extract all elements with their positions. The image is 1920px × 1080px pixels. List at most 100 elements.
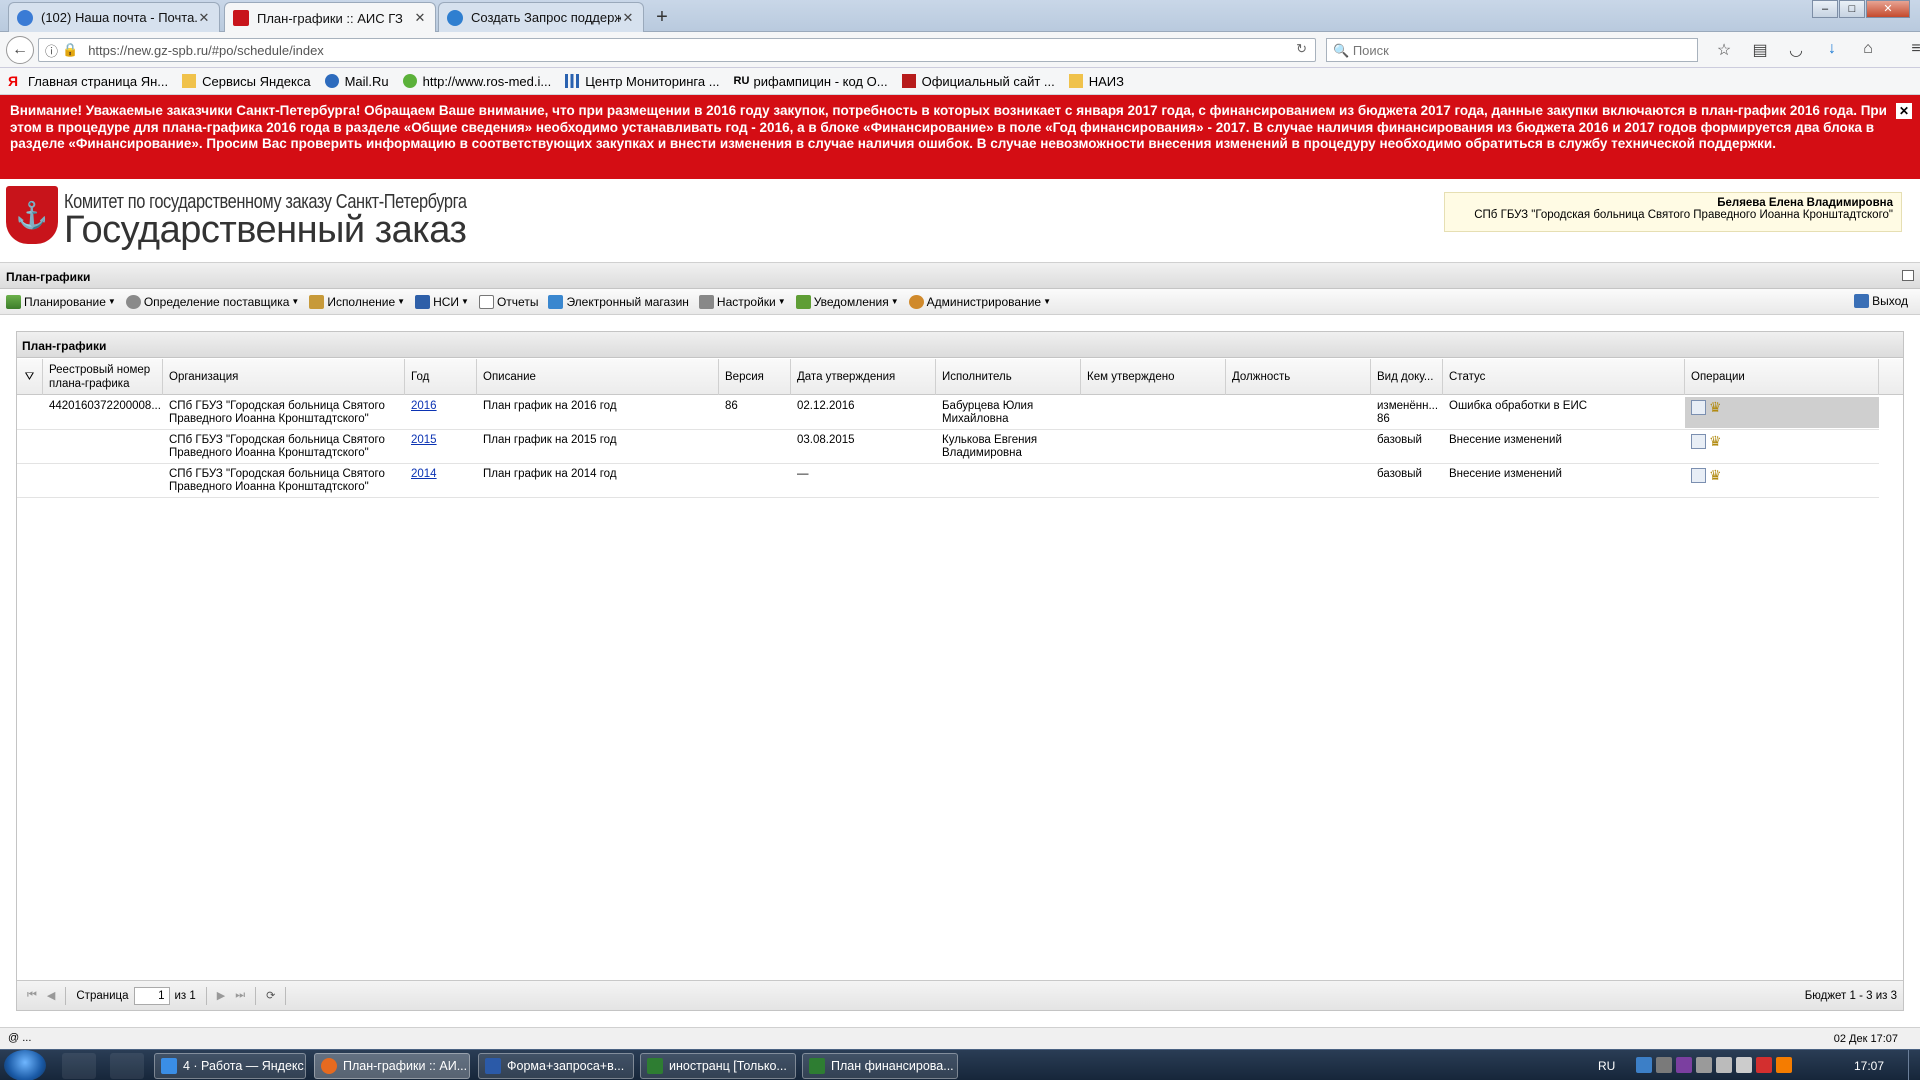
- download-icon[interactable]: ↓: [1814, 40, 1850, 60]
- address-bar[interactable]: ⓘ 🔒 https://new.gz-spb.ru/#po/schedule/i…: [38, 38, 1316, 62]
- bookmark-monitoring[interactable]: Центр Мониторинга ...: [565, 74, 720, 89]
- bookmark-naiz[interactable]: НАИЗ: [1068, 74, 1124, 89]
- menu-settings[interactable]: Настройки ▼: [698, 294, 786, 309]
- menu-execution[interactable]: Исполнение ▼: [309, 294, 405, 309]
- browser-tab-strip: (102) Наша почта - Почта... ✕ План-графи…: [0, 0, 1920, 33]
- taskbar-item-excel-1[interactable]: иностранц [Только...: [640, 1053, 796, 1079]
- browser-tab-mail[interactable]: (102) Наша почта - Почта... ✕: [8, 2, 220, 32]
- menu-administration[interactable]: Администрирование ▼: [908, 294, 1051, 309]
- refresh-icon[interactable]: ⟳: [266, 989, 275, 1002]
- pocket-icon[interactable]: ◡: [1778, 40, 1814, 60]
- bookmark-official-site[interactable]: Официальный сайт ...: [901, 74, 1055, 89]
- table-row[interactable]: СПб ГБУЗ "Городская больница Святого Пра…: [17, 464, 1879, 498]
- clock[interactable]: 17:07: [1854, 1059, 1884, 1073]
- window-close-button[interactable]: ✕: [1866, 0, 1910, 18]
- year-link[interactable]: 2015: [411, 434, 437, 446]
- col-description[interactable]: Описание: [477, 359, 719, 395]
- eagle-icon[interactable]: ♛: [1709, 434, 1724, 449]
- notice-close-button[interactable]: ✕: [1896, 103, 1912, 119]
- lock-icon: 🔒: [62, 42, 79, 57]
- logout-button[interactable]: Выход: [1854, 294, 1908, 308]
- edit-document-icon[interactable]: [1691, 434, 1706, 449]
- menu-eshop[interactable]: Электронный магазин: [548, 294, 689, 309]
- language-indicator[interactable]: RU: [1598, 1059, 1615, 1073]
- close-icon[interactable]: ✕: [197, 10, 211, 26]
- taskbar-item-word[interactable]: Форма+запроса+в...: [478, 1053, 634, 1079]
- volume-icon[interactable]: [1716, 1057, 1732, 1073]
- new-tab-button[interactable]: +: [648, 4, 676, 30]
- search-input[interactable]: 🔍 Поиск: [1326, 38, 1698, 62]
- maximize-button[interactable]: □: [1839, 0, 1865, 18]
- edit-document-icon[interactable]: [1691, 400, 1706, 415]
- network-icon[interactable]: [1736, 1057, 1752, 1073]
- col-approval-date[interactable]: Дата утверждения: [791, 359, 936, 395]
- year-link[interactable]: 2016: [411, 400, 437, 412]
- col-operations[interactable]: Операции: [1685, 359, 1879, 395]
- col-doc-kind[interactable]: Вид доку...: [1371, 359, 1443, 395]
- tray-app-icon[interactable]: [1636, 1057, 1652, 1073]
- browser-tab-schedules[interactable]: План-графики :: АИС ГЗ ✕: [224, 2, 436, 33]
- menu-icon[interactable]: ≡: [1898, 40, 1920, 60]
- panel-collapse-button[interactable]: [1902, 270, 1914, 281]
- user-name: Беляева Елена Владимировна: [1717, 197, 1893, 209]
- explorer-icon[interactable]: [110, 1053, 144, 1079]
- menu-label: Планирование: [24, 294, 106, 309]
- info-icon[interactable]: ⓘ: [45, 41, 58, 60]
- media-player-icon[interactable]: [62, 1053, 96, 1079]
- reload-icon[interactable]: ↻: [1296, 41, 1307, 57]
- col-version[interactable]: Версия: [719, 359, 791, 395]
- close-icon[interactable]: ✕: [621, 10, 635, 26]
- menu-label: Исполнение: [327, 294, 396, 309]
- year-link[interactable]: 2014: [411, 468, 437, 480]
- table-row[interactable]: 4420160372200008... СПб ГБУЗ "Городская …: [17, 396, 1879, 430]
- page-label: Страница: [76, 989, 129, 1002]
- taskbar-item-firefox[interactable]: План-графики :: АИ...: [314, 1053, 470, 1079]
- menu-supplier[interactable]: Определение поставщика ▼: [125, 294, 299, 309]
- edit-document-icon[interactable]: [1691, 468, 1706, 483]
- tray-app-icon[interactable]: [1656, 1057, 1672, 1073]
- col-reg-number[interactable]: Реестровый номер плана-графика: [43, 359, 163, 395]
- next-page-icon[interactable]: ▶: [217, 989, 225, 1002]
- col-approved-by[interactable]: Кем утверждено: [1081, 359, 1226, 395]
- col-executor[interactable]: Исполнитель: [936, 359, 1081, 395]
- show-desktop-button[interactable]: [1908, 1050, 1920, 1080]
- reading-list-icon[interactable]: ▤: [1742, 40, 1778, 60]
- prev-page-icon[interactable]: ◀: [47, 989, 55, 1002]
- tray-app-icon[interactable]: [1696, 1057, 1712, 1073]
- bookmark-yandex-services[interactable]: Сервисы Яндекса: [182, 74, 311, 89]
- last-page-icon[interactable]: ⏭: [235, 989, 245, 1002]
- table-row[interactable]: СПб ГБУЗ "Городская больница Святого Пра…: [17, 430, 1879, 464]
- onenote-icon[interactable]: [1676, 1057, 1692, 1073]
- minimize-button[interactable]: –: [1812, 0, 1838, 18]
- eagle-icon[interactable]: ♛: [1709, 468, 1724, 483]
- filter-icon[interactable]: ⛛: [17, 359, 43, 395]
- browser-tab-support[interactable]: Создать Запрос поддержк... ✕: [438, 2, 644, 32]
- menu-reports[interactable]: Отчеты: [478, 294, 538, 309]
- eagle-icon[interactable]: ♛: [1709, 400, 1724, 415]
- page-number-input[interactable]: 1: [133, 986, 170, 1005]
- warning-notice: Внимание! Уважаемые заказчики Санкт-Пете…: [0, 95, 1920, 179]
- tray-app-icon[interactable]: [1776, 1057, 1792, 1073]
- bookmark-rifampicin[interactable]: RU рифампицин - код О...: [734, 74, 888, 89]
- bookmark-mailru[interactable]: Mail.Ru: [324, 74, 389, 89]
- bookmark-yandex[interactable]: Я Главная страница Ян...: [8, 74, 168, 89]
- menu-planning[interactable]: Планирование ▼: [6, 294, 116, 309]
- taskbar-item-ie[interactable]: 4 · Работа — Яндекс...: [154, 1053, 306, 1079]
- col-position[interactable]: Должность: [1226, 359, 1371, 395]
- gears-icon: [125, 294, 141, 309]
- menu-notifications[interactable]: Уведомления ▼: [795, 294, 899, 309]
- tray-app-icon[interactable]: [1756, 1057, 1772, 1073]
- cell-description: План график на 2016 год: [483, 400, 617, 412]
- col-year[interactable]: Год: [405, 359, 477, 395]
- start-button[interactable]: [4, 1050, 46, 1080]
- col-organization[interactable]: Организация: [163, 359, 405, 395]
- home-icon[interactable]: ⌂: [1850, 40, 1886, 60]
- bookmark-ros-med[interactable]: http://www.ros-med.i...: [402, 74, 551, 89]
- col-status[interactable]: Статус: [1443, 359, 1685, 395]
- menu-nsi[interactable]: НСИ ▼: [415, 294, 469, 309]
- close-icon[interactable]: ✕: [413, 10, 427, 26]
- first-page-icon[interactable]: ⏮: [27, 989, 37, 1002]
- bookmark-star-icon[interactable]: ☆: [1706, 40, 1742, 60]
- taskbar-item-excel-2[interactable]: План финансирова...: [802, 1053, 958, 1079]
- back-button[interactable]: ←: [6, 36, 34, 64]
